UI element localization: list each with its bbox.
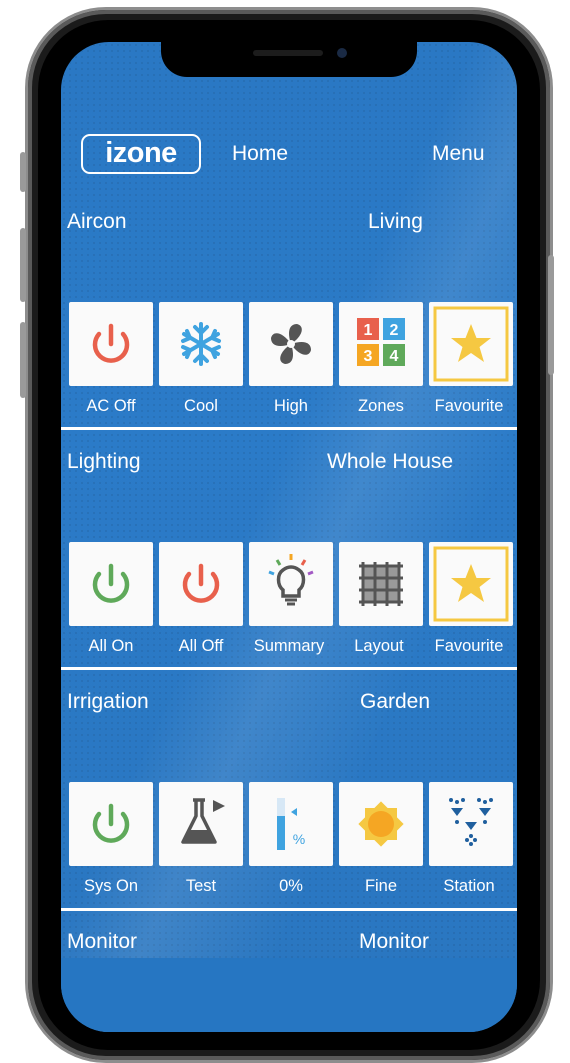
tile-label: Summary	[253, 637, 325, 655]
tile-label: All On	[88, 637, 134, 655]
all-off-button[interactable]	[159, 542, 243, 626]
sun-icon	[358, 801, 404, 847]
zones-grid-icon: 1 23 4	[357, 318, 405, 366]
app-header: izone Home Menu	[61, 130, 517, 186]
svg-text:3: 3	[364, 348, 373, 365]
section-divider	[61, 427, 517, 430]
menu-link[interactable]: Menu	[432, 142, 485, 166]
section-divider	[61, 667, 517, 670]
svg-text:1: 1	[364, 322, 373, 339]
tile-label: 0%	[279, 877, 303, 895]
fan-high-button[interactable]	[249, 302, 333, 386]
tile-row: %	[69, 782, 517, 868]
svg-text:4: 4	[390, 348, 399, 365]
star-icon	[433, 306, 509, 382]
front-camera	[337, 48, 347, 58]
all-on-button[interactable]	[69, 542, 153, 626]
tile-label: Layout	[354, 637, 404, 655]
cool-button[interactable]	[159, 302, 243, 386]
izone-logo[interactable]: izone	[81, 134, 201, 174]
power-icon	[92, 563, 130, 603]
power-icon	[92, 803, 130, 843]
mute-switch	[20, 152, 26, 192]
svg-text:%: %	[293, 831, 305, 847]
logo-text: izone	[105, 137, 177, 169]
section-zone[interactable]: Whole House	[327, 450, 453, 474]
power-icon	[182, 563, 220, 603]
bottom-bar	[61, 958, 517, 1032]
home-link[interactable]: Home	[232, 142, 288, 166]
summary-button[interactable]	[249, 542, 333, 626]
tile-label: High	[274, 397, 308, 415]
section-zone[interactable]: Garden	[360, 690, 430, 714]
section-title: Irrigation	[67, 690, 149, 713]
sprinkler-icon	[449, 798, 493, 846]
power-side-button	[548, 255, 554, 375]
app-screen: izone Home Menu Aircon Living 1 2 3 4 AC…	[61, 42, 517, 1032]
tile-label: Zones	[358, 397, 404, 415]
fine-weather-button[interactable]	[339, 782, 423, 866]
percent-gauge-icon: %	[277, 798, 305, 850]
volume-up-button	[20, 228, 26, 302]
aircon-section: Aircon Living 1 2 3 4 AC Off Cool High Z…	[61, 208, 517, 428]
sys-on-button[interactable]	[69, 782, 153, 866]
tile-label: AC Off	[86, 397, 136, 415]
lighting-section: Lighting Whole House All On All Off Summ…	[61, 448, 517, 668]
tile-label: Fine	[364, 877, 398, 895]
speaker-grille	[253, 50, 323, 56]
snowflake-icon	[181, 322, 221, 366]
favourite-button[interactable]	[429, 542, 513, 626]
tile-label: Sys On	[83, 877, 139, 895]
ac-off-button[interactable]	[69, 302, 153, 386]
section-divider	[61, 908, 517, 911]
zero-percent-button[interactable]: %	[249, 782, 333, 866]
favourite-button[interactable]	[429, 302, 513, 386]
power-icon	[92, 323, 130, 363]
irrigation-section: Irrigation Garden % Sys On Test 0% Fine …	[61, 688, 517, 908]
tile-label: Favourite	[434, 637, 504, 655]
tile-label: Test	[185, 877, 217, 895]
flask-icon	[181, 798, 225, 844]
svg-text:2: 2	[390, 322, 399, 339]
tile-label: Cool	[184, 397, 218, 415]
section-title: Lighting	[67, 450, 141, 473]
zones-button[interactable]: 1234	[339, 302, 423, 386]
test-button[interactable]	[159, 782, 243, 866]
station-button[interactable]	[429, 782, 513, 866]
lightbulb-icon	[268, 554, 314, 606]
grid-layout-icon	[359, 562, 403, 606]
star-icon	[433, 546, 509, 622]
tile-label: Favourite	[434, 397, 504, 415]
section-zone[interactable]: Living	[368, 210, 423, 234]
tile-label: All Off	[178, 637, 224, 655]
layout-button[interactable]	[339, 542, 423, 626]
tile-row: 1234	[69, 302, 517, 388]
volume-down-button	[20, 322, 26, 398]
tile-row	[69, 542, 517, 628]
tile-label: Station	[443, 877, 495, 895]
section-zone[interactable]: Monitor	[359, 930, 429, 954]
fan-icon	[271, 324, 311, 364]
section-title: Aircon	[67, 210, 127, 233]
notch	[161, 42, 417, 77]
section-title: Monitor	[67, 930, 138, 953]
